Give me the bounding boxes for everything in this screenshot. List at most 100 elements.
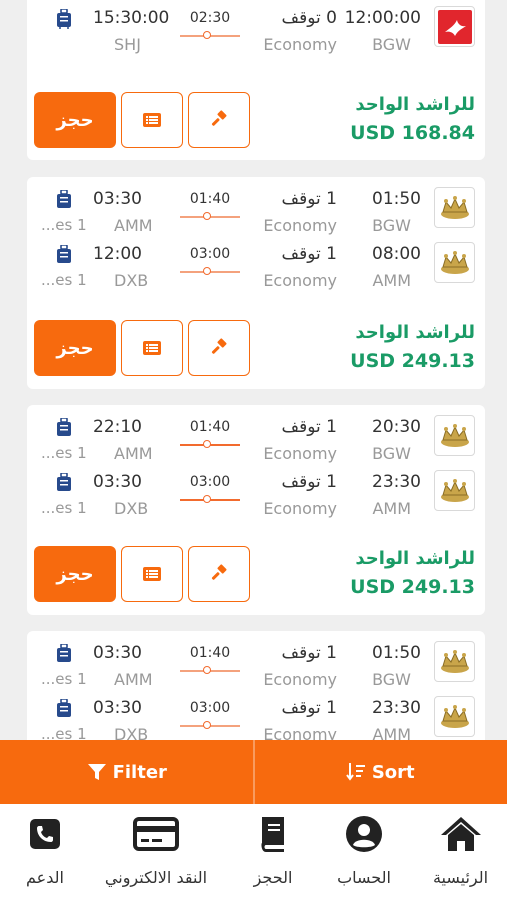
baggage-note: ...es 1 [41,670,87,688]
baggage-note: ...es 1 [41,216,87,234]
baggage-icon [57,699,71,717]
arrival-time: 22:10 [93,417,142,437]
flight-segment: 01:50 BGW 1 توقف Economy 01:40 03:30 AMM… [27,635,485,691]
route-line [180,31,240,39]
airline-logo-crown-icon [434,641,475,682]
baggage-icon [57,245,71,263]
route-line [180,440,240,448]
airline-logo-crown-icon [434,187,475,228]
nav-label-ewallet: النقد الالكتروني [104,868,208,887]
airline-logo-crown-icon [434,415,475,456]
departure-code: BGW [372,35,411,54]
nav-item-booking[interactable]: الحجز [232,804,314,900]
airline-logo-bird-icon [434,6,475,47]
fare-rules-button[interactable] [188,546,250,602]
price-value: USD 168.84 [350,122,475,144]
fare-row: للراشد الواحد USD 249.13 حجز [27,320,485,380]
nav-label-home: الرئيسية [432,868,489,887]
flight-card[interactable]: 12:00:00 BGW 0 توقف Economy 02:30 15:30:… [27,0,485,160]
stops-count: 1 توقف [281,698,337,718]
nav-label-support: الدعم [26,868,64,887]
route-line [180,267,240,275]
flight-duration: 01:40 [189,191,231,207]
departure-time: 08:00 [372,244,421,264]
cabin-class: Economy [263,271,337,290]
flight-duration: 03:00 [189,246,231,262]
flight-duration: 03:00 [189,474,231,490]
arrival-code: DXB [114,499,149,518]
flight-duration: 03:00 [189,700,231,716]
baggage-icon [57,190,71,208]
nav-label-booking: الحجز [253,868,293,887]
cabin-class: Economy [263,444,337,463]
credit-card-icon [133,814,179,854]
flight-card[interactable]: 01:50 BGW 1 توقف Economy 01:40 03:30 AMM… [27,631,485,740]
route-line [180,721,240,729]
baggage-note: ...es 1 [41,725,87,740]
departure-code: AMM [372,271,411,290]
fare-details-button[interactable] [121,546,183,602]
arrival-time: 03:30 [93,698,142,718]
fare-rules-button[interactable] [188,320,250,376]
stops-count: 1 توقف [281,244,337,264]
fare-details-button[interactable] [121,92,183,148]
baggage-icon [57,473,71,491]
gavel-icon [211,564,227,580]
flight-segment: 23:30 AMM 1 توقف Economy 03:00 03:30 DXB… [27,690,485,740]
flight-duration: 01:40 [189,645,231,661]
list-icon [143,113,161,127]
departure-code: BGW [372,444,411,463]
nav-item-ewallet[interactable]: النقد الالكتروني [90,804,222,900]
book-button[interactable]: حجز [34,320,116,376]
cabin-class: Economy [263,725,337,740]
bottom-navigation: الدعم النقد الالكتروني الحجز الحساب الرئ… [0,804,507,900]
nav-item-home[interactable]: الرئيسية [414,804,507,900]
filter-icon [87,764,106,780]
nav-label-account: الحساب [337,868,391,887]
toolbar-divider [253,740,255,804]
departure-code: AMM [372,499,411,518]
fare-row: للراشد الواحد USD 168.84 حجز [27,92,485,152]
list-icon [143,567,161,581]
departure-time: 12:00:00 [344,8,421,28]
arrival-time: 03:30 [93,472,142,492]
route-line [180,666,240,674]
arrival-code: AMM [114,216,153,235]
price-value: USD 249.13 [350,350,475,372]
book-icon [258,814,288,854]
arrival-time: 12:00 [93,244,142,264]
stops-count: 1 توقف [281,643,337,663]
route-line [180,212,240,220]
flight-segment: 01:50 BGW 1 توقف Economy 01:40 03:30 AMM… [27,181,485,237]
departure-code: BGW [372,216,411,235]
results-list[interactable]: 12:00:00 BGW 0 توقف Economy 02:30 15:30:… [0,0,507,740]
flight-card[interactable]: 20:30 BGW 1 توقف Economy 01:40 22:10 AMM… [27,405,485,615]
sort-button[interactable]: Sort [254,740,507,804]
route-line [180,495,240,503]
fare-details-button[interactable] [121,320,183,376]
nav-item-support[interactable]: الدعم [0,804,90,900]
cabin-class: Economy [263,499,337,518]
stops-count: 0 توقف [281,8,337,28]
arrival-time: 15:30:00 [93,8,170,28]
filter-label: Filter [112,761,167,783]
sort-icon [346,763,365,781]
fare-rules-button[interactable] [188,92,250,148]
baggage-icon [57,9,71,29]
stops-count: 1 توقف [281,472,337,492]
home-icon [439,814,483,854]
departure-time: 23:30 [372,472,421,492]
book-button[interactable]: حجز [34,546,116,602]
nav-item-account[interactable]: الحساب [322,804,406,900]
arrival-code: AMM [114,444,153,463]
baggage-note: ...es 1 [41,444,87,462]
price-label: للراشد الواحد [355,548,475,569]
filter-button[interactable]: Filter [0,740,254,804]
stops-count: 1 توقف [281,417,337,437]
departure-code: BGW [372,670,411,689]
list-icon [143,341,161,355]
fare-row: للراشد الواحد USD 249.13 حجز [27,546,485,606]
flight-card[interactable]: 01:50 BGW 1 توقف Economy 01:40 03:30 AMM… [27,177,485,389]
book-button[interactable]: حجز [34,92,116,148]
flight-duration: 01:40 [189,419,231,435]
